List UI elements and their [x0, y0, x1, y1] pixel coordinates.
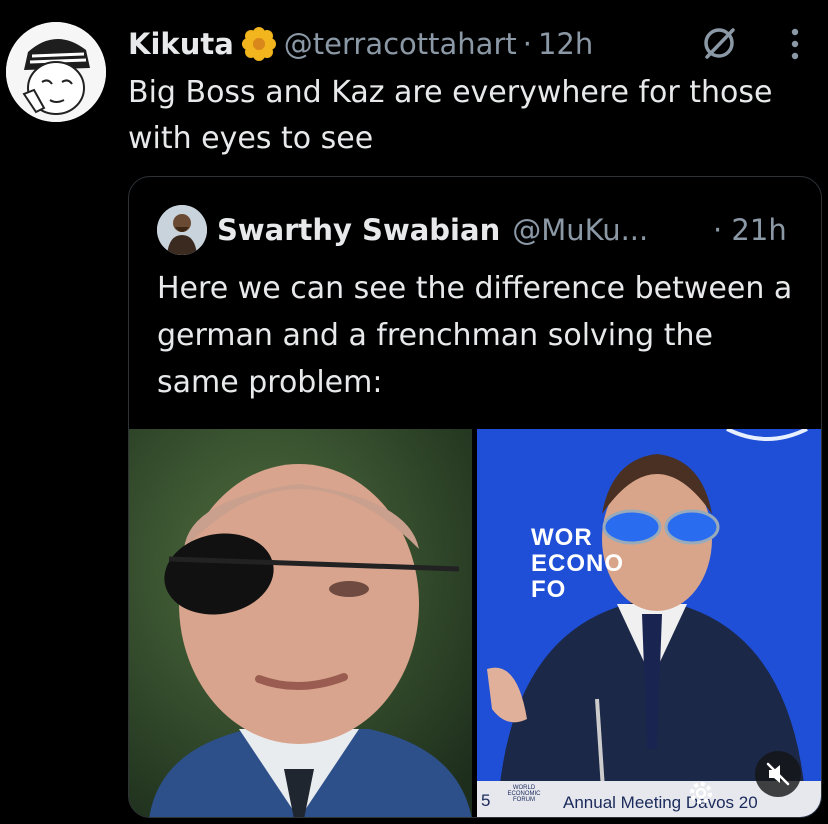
- quoted-header: Swarthy Swabian @MuKu...: [217, 207, 648, 253]
- forum-logo-text: WORLD ECONOMIC FORUM: [507, 785, 541, 803]
- quoted-tweet[interactable]: Swarthy Swabian @MuKu... · 21h Here we c…: [128, 176, 822, 818]
- media-left-image[interactable]: [129, 429, 472, 817]
- flower-badge-icon: [241, 27, 276, 61]
- quoted-text: Here we can see the difference between a…: [157, 271, 793, 400]
- quoted-time[interactable]: · 21h: [713, 207, 787, 253]
- quoted-author-avatar[interactable]: [157, 205, 207, 255]
- mute-icon[interactable]: [755, 751, 801, 797]
- author-avatar[interactable]: [6, 22, 106, 122]
- quoted-author-handle[interactable]: @MuKu...: [512, 213, 648, 247]
- settings-gear-icon[interactable]: [687, 779, 715, 807]
- author-handle[interactable]: @terracottahart: [284, 27, 517, 61]
- banner-number: 5: [481, 791, 491, 810]
- tweet-text: Big Boss and Kaz are everywhere for thos…: [128, 75, 773, 156]
- tweet-header: Kikuta @terracottahart · 12h: [128, 22, 593, 66]
- separator-dot: ·: [522, 27, 532, 61]
- grok-icon[interactable]: [700, 24, 738, 62]
- banner-text: Annual Meeting Davos 20: [563, 793, 758, 812]
- media-right-image[interactable]: WOR ECONO FO 5 WORLD ECONOMIC FORUM Annu…: [477, 429, 821, 817]
- more-options-icon[interactable]: [785, 26, 805, 62]
- forum-backdrop-text: WOR ECONO FO: [531, 524, 625, 603]
- quoted-author-name[interactable]: Swarthy Swabian: [217, 213, 500, 247]
- author-name[interactable]: Kikuta: [128, 27, 234, 61]
- tweet-time[interactable]: 12h: [538, 27, 593, 61]
